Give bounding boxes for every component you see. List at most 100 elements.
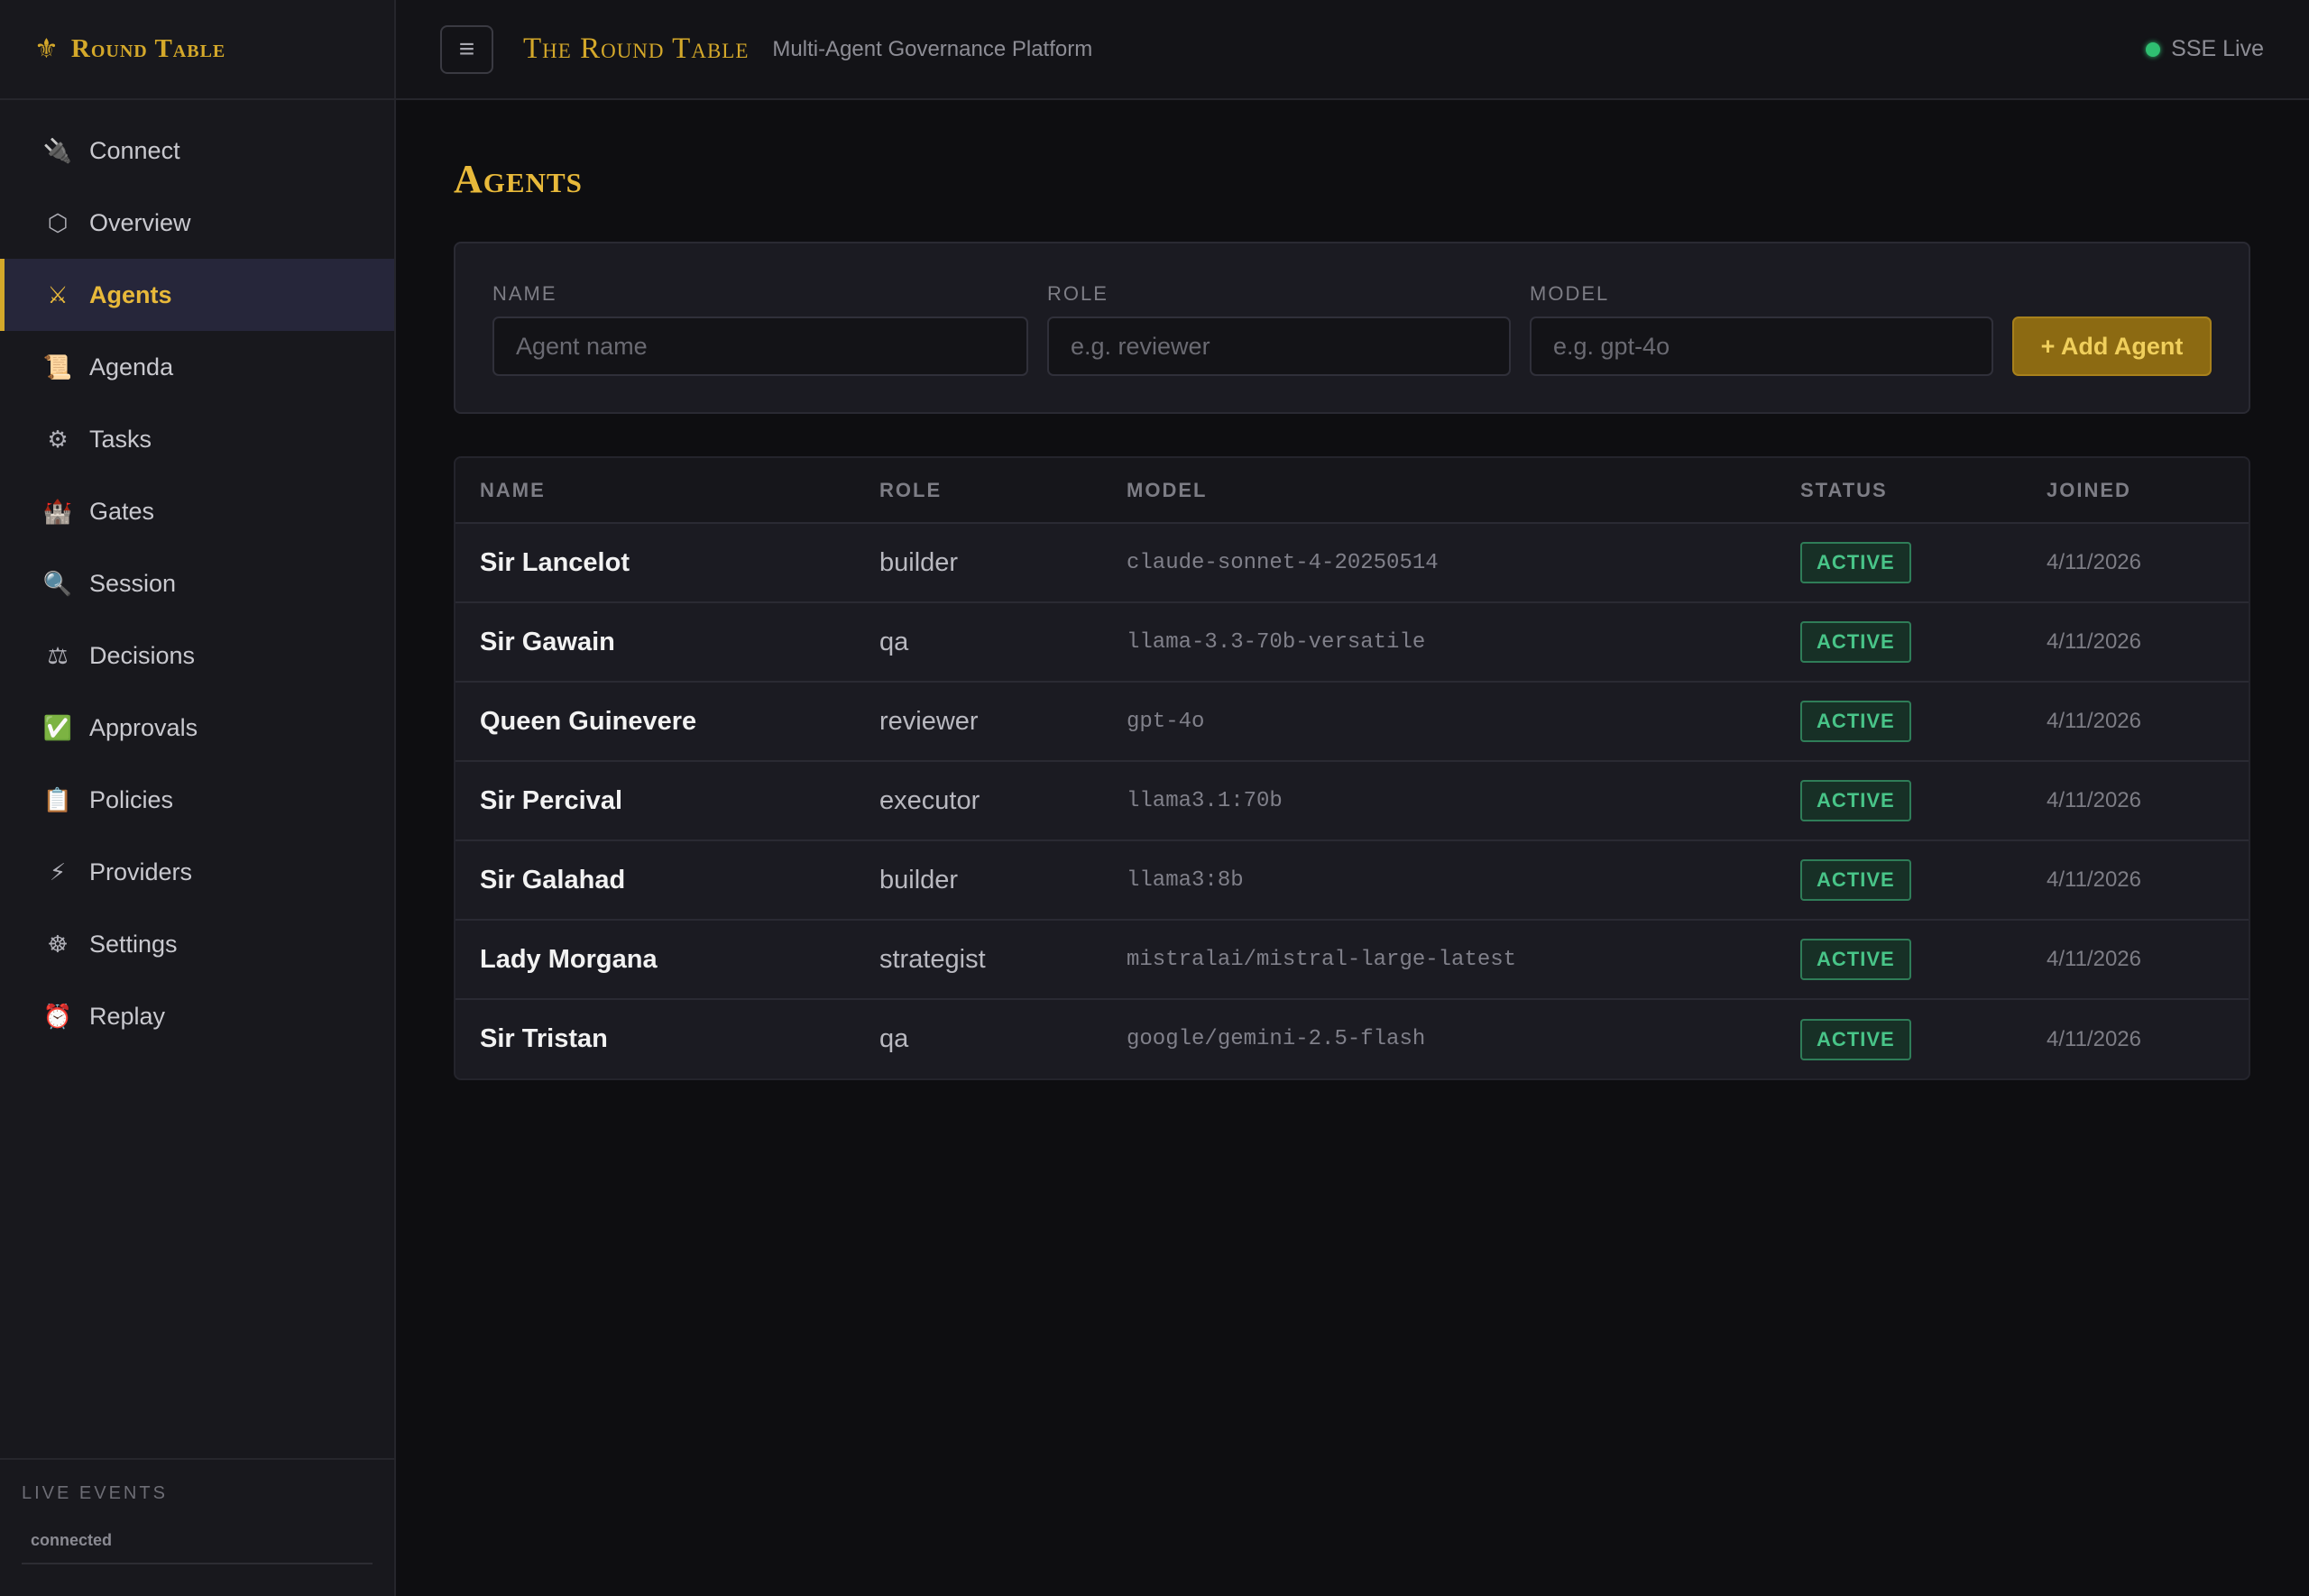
clipboard-icon: 📋 <box>42 785 73 813</box>
agent-name: Sir Tristan <box>480 1024 608 1053</box>
table-row[interactable]: Lady Morgana strategist mistralai/mistral-… <box>455 920 2249 999</box>
table-row[interactable]: Queen Guinevere reviewer gpt-4o ACTIVE 4/11/… <box>455 682 2249 761</box>
sidebar-item-label: Agents <box>89 280 172 308</box>
sidebar-item-agenda[interactable]: 📜 Agenda <box>0 331 394 403</box>
table-header: NAME ROLE MODEL STATUS JOINED <box>455 458 2249 523</box>
name-label: NAME <box>492 282 557 305</box>
sse-status: SSE Live <box>2146 36 2264 62</box>
agent-joined: 4/11/2026 <box>2047 947 2141 971</box>
alarm-clock-icon: ⏰ <box>42 1002 73 1030</box>
brand-label: Round Table <box>70 34 226 63</box>
table-row[interactable]: Sir Tristan qa google/gemini-2.5-flash ACTI… <box>455 999 2249 1078</box>
table-row[interactable]: Sir Lancelot builder claude-sonnet-4-20250… <box>455 523 2249 602</box>
table-header-row: NAME ROLE MODEL STATUS JOINED <box>455 458 2249 523</box>
sidebar: ⚜ Round Table 🔌 Connect ⬡ Overview ⚔ Agents 📜 A… <box>0 0 396 1596</box>
agent-role: builder <box>879 547 959 577</box>
sidebar-item-session[interactable]: 🔍 Session <box>0 547 394 619</box>
agent-role: qa <box>879 1024 909 1053</box>
sidebar-item-overview[interactable]: ⬡ Overview <box>0 187 394 259</box>
agent-model: llama3.1:70b <box>1127 788 1283 813</box>
sidebar-item-policies[interactable]: 📋 Policies <box>0 764 394 836</box>
hamburger-icon: ≡ <box>458 33 475 64</box>
agent-joined: 4/11/2026 <box>2047 709 2141 733</box>
sidebar-item-tasks[interactable]: ⚙ Tasks <box>0 403 394 475</box>
sidebar-item-label: Replay <box>89 1002 166 1030</box>
agent-role: executor <box>879 785 980 815</box>
sidebar-item-settings[interactable]: ☸ Settings <box>0 908 394 980</box>
column-header-role: ROLE <box>879 478 943 501</box>
column-header-status: STATUS <box>1800 478 1888 501</box>
add-agent-form: NAME ROLE MODEL + Add Agent <box>454 242 2250 414</box>
live-events-status: connected <box>22 1531 373 1564</box>
status-badge: ACTIVE <box>1800 859 1911 901</box>
wheel-icon: ☸ <box>47 930 69 958</box>
sidebar-item-label: Tasks <box>89 425 152 453</box>
agent-model: llama3:8b <box>1127 867 1244 893</box>
sse-label: SSE Live <box>2171 36 2264 61</box>
status-badge: ACTIVE <box>1800 542 1911 583</box>
add-agent-button[interactable]: + Add Agent <box>2012 316 2212 376</box>
column-header-name: NAME <box>480 478 546 501</box>
agent-joined: 4/11/2026 <box>2047 1026 2141 1051</box>
table-row[interactable]: Sir Gawain qa llama-3.3-70b-versatile ACTIV… <box>455 602 2249 682</box>
status-badge: ACTIVE <box>1800 701 1911 742</box>
status-cell: ACTIVE <box>1776 602 2022 682</box>
sidebar-item-label: Overview <box>89 208 191 236</box>
agent-name: Sir Lancelot <box>480 547 630 577</box>
sidebar-item-approvals[interactable]: ✅ Approvals <box>0 692 394 764</box>
agent-role: qa <box>879 627 909 656</box>
agent-model: llama-3.3-70b-versatile <box>1127 629 1426 655</box>
agent-name: Sir Percival <box>480 785 622 815</box>
sidebar-item-label: Connect <box>89 136 180 164</box>
plug-icon: 🔌 <box>42 136 73 164</box>
status-badge: ACTIVE <box>1800 780 1911 821</box>
agent-model: claude-sonnet-4-20250514 <box>1127 550 1439 575</box>
main-area: ≡ The Round Table Multi-Agent Governance… <box>396 0 2309 1596</box>
status-badge: ACTIVE <box>1800 1018 1911 1060</box>
status-cell: ACTIVE <box>1776 840 2022 920</box>
sidebar-item-label: Agenda <box>89 353 174 381</box>
sidebar-item-replay[interactable]: ⏰ Replay <box>0 980 394 1052</box>
check-mark-icon: ✅ <box>42 713 73 741</box>
agent-name: Lady Morgana <box>480 944 658 974</box>
sidebar-item-agents[interactable]: ⚔ Agents <box>0 259 394 331</box>
status-cell: ACTIVE <box>1776 523 2022 602</box>
sidebar-item-label: Settings <box>89 930 178 958</box>
agents-table: NAME ROLE MODEL STATUS JOINED Sir Lancelot bu… <box>455 458 2249 1078</box>
agent-model: gpt-4o <box>1127 709 1205 734</box>
sidebar-item-decisions[interactable]: ⚖ Decisions <box>0 619 394 692</box>
table-row[interactable]: Sir Percival executor llama3.1:70b ACTIVE 4/… <box>455 761 2249 840</box>
sidebar-item-providers[interactable]: ⚡ Providers <box>0 836 394 908</box>
hexagon-icon: ⬡ <box>47 208 69 236</box>
app-subtitle: Multi-Agent Governance Platform <box>772 36 1093 61</box>
topbar: ≡ The Round Table Multi-Agent Governance… <box>396 0 2309 100</box>
agent-model: google/gemini-2.5-flash <box>1127 1027 1426 1051</box>
agent-name: Sir Gawain <box>480 627 615 656</box>
agents-table-card: NAME ROLE MODEL STATUS JOINED Sir Lancelot bu… <box>454 456 2250 1080</box>
castle-icon: 🏰 <box>42 497 73 525</box>
column-header-model: MODEL <box>1127 478 1208 501</box>
sidebar-item-gates[interactable]: 🏰 Gates <box>0 475 394 547</box>
sidebar-item-connect[interactable]: 🔌 Connect <box>0 115 394 187</box>
name-input[interactable] <box>492 316 1028 376</box>
agent-joined: 4/11/2026 <box>2047 550 2141 574</box>
model-field: MODEL <box>1530 282 1993 376</box>
gear-icon: ⚙ <box>47 425 69 453</box>
model-input[interactable] <box>1530 316 1993 376</box>
table-row[interactable]: Sir Galahad builder llama3:8b ACTIVE 4/11/20… <box>455 840 2249 920</box>
scroll-icon: 📜 <box>42 353 73 381</box>
menu-toggle-button[interactable]: ≡ <box>440 24 493 74</box>
sidebar-item-label: Providers <box>89 858 193 885</box>
sidebar-item-label: Decisions <box>89 641 196 669</box>
role-field: ROLE <box>1047 282 1511 376</box>
sidebar-item-label: Session <box>89 569 177 597</box>
brand[interactable]: ⚜ Round Table <box>0 0 394 100</box>
lightning-icon: ⚡ <box>49 858 67 885</box>
role-input[interactable] <box>1047 316 1511 376</box>
status-badge: ACTIVE <box>1800 939 1911 980</box>
agent-joined: 4/11/2026 <box>2047 788 2141 812</box>
live-events-panel: LIVE EVENTS connected <box>0 1458 394 1564</box>
agent-role: reviewer <box>879 706 979 736</box>
name-field: NAME <box>492 282 1028 376</box>
live-events-title: LIVE EVENTS <box>22 1483 168 1503</box>
